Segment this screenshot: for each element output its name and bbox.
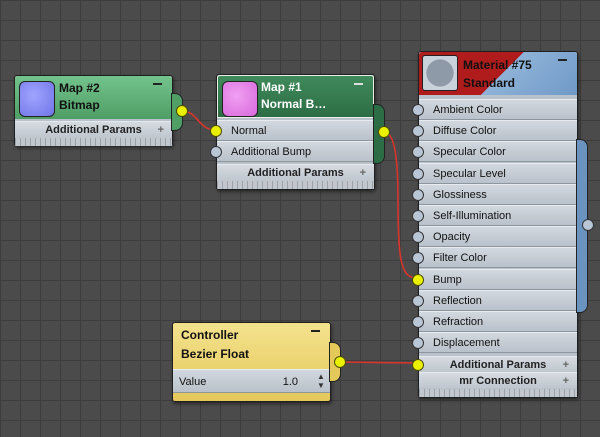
controller-type: Bezier Float	[181, 347, 250, 361]
map1-type: Normal B…	[261, 97, 327, 111]
collapse-icon[interactable]	[558, 59, 567, 61]
additional-params-input-port[interactable]	[412, 359, 424, 371]
collapse-icon[interactable]	[311, 330, 320, 332]
collapse-icon[interactable]	[153, 83, 162, 85]
slot-input-port[interactable]	[412, 210, 424, 222]
map2-title: Map #2	[59, 81, 100, 95]
node-map1[interactable]: Map #1 Normal B… Normal Additional Bump …	[210, 74, 375, 190]
additional-bump-input-port[interactable]	[210, 146, 222, 158]
material-slot-diffuse-color[interactable]: Diffuse Color	[412, 120, 577, 142]
slot-input-port[interactable]	[412, 231, 424, 244]
slot-input-port[interactable]	[412, 252, 424, 265]
material-output-port[interactable]	[582, 219, 594, 231]
map2-type: Bitmap	[59, 98, 100, 112]
slot-input-port[interactable]	[412, 294, 424, 307]
material-slot-self-illumination[interactable]: Self-Illumination	[412, 205, 577, 226]
slot-input-port[interactable]	[412, 146, 424, 159]
map2-additional-params[interactable]: Additional Params +	[15, 121, 172, 138]
slot-input-port[interactable]	[412, 316, 424, 328]
node-footer	[15, 138, 172, 146]
expand-plus-icon[interactable]: +	[563, 373, 569, 389]
slot-input-port[interactable]	[412, 104, 424, 116]
node-map2[interactable]: Map #2 Bitmap Additional Params +	[14, 75, 173, 146]
material-slot-filter-color[interactable]: Filter Color	[412, 247, 577, 269]
slot-input-port[interactable]	[412, 125, 424, 138]
node-controller[interactable]: Controller Bezier Float Value 1.0 ▲ ▼	[172, 322, 331, 402]
material-title: Material #75	[463, 58, 532, 72]
material-slot-reflection[interactable]: Reflection	[412, 289, 577, 311]
map1-title: Map #1	[261, 80, 302, 94]
node-map1-header[interactable]: Map #1 Normal B…	[217, 75, 374, 118]
controller-output-port[interactable]	[334, 356, 346, 368]
wire-controller-to-additional	[339, 361, 417, 364]
node-material-header[interactable]: Material #75 Standard	[419, 52, 577, 95]
node-controller-header[interactable]: Controller Bezier Float	[173, 323, 330, 366]
collapse-icon[interactable]	[354, 83, 363, 85]
node-footer	[217, 181, 374, 189]
expand-plus-icon[interactable]: +	[563, 357, 569, 373]
controller-value[interactable]: 1.0	[283, 370, 298, 394]
node-material[interactable]: Material #75 Standard Ambient Color Diffu…	[412, 51, 578, 398]
controller-title: Controller	[181, 328, 239, 342]
material-slot-opacity[interactable]: Opacity	[412, 226, 577, 248]
material-slot-specular-color[interactable]: Specular Color	[412, 141, 577, 163]
map1-preview-swatch	[222, 81, 258, 117]
spinner-icon[interactable]: ▲ ▼	[316, 372, 326, 390]
material-slot-ambient-color[interactable]: Ambient Color	[412, 99, 577, 120]
material-slot-refraction[interactable]: Refraction	[412, 311, 577, 332]
map2-output-port[interactable]	[176, 105, 188, 117]
material-slot-displacement[interactable]: Displacement	[412, 332, 577, 354]
map1-output-port[interactable]	[378, 126, 390, 138]
map1-slot-additional-bump[interactable]: Additional Bump	[210, 141, 374, 162]
material-type: Standard	[463, 76, 516, 90]
material-slot-glossiness[interactable]: Glossiness	[412, 183, 577, 205]
map2-preview-swatch	[19, 81, 55, 117]
map1-additional-params[interactable]: Additional Params +	[217, 164, 374, 181]
material-additional-params[interactable]: Additional Params +	[412, 356, 577, 373]
material-slot-bump[interactable]: Bump	[412, 268, 577, 290]
node-map2-header[interactable]: Map #2 Bitmap	[15, 76, 172, 119]
slot-input-port[interactable]	[412, 188, 424, 201]
expand-plus-icon[interactable]: +	[360, 165, 366, 182]
map1-slot-normal[interactable]: Normal	[210, 120, 374, 141]
expand-plus-icon[interactable]: +	[158, 122, 164, 139]
normal-input-port[interactable]	[210, 125, 222, 137]
controller-value-row[interactable]: Value 1.0 ▲ ▼	[173, 369, 330, 393]
slot-input-port[interactable]	[412, 337, 424, 350]
material-preview-swatch	[422, 55, 458, 91]
node-footer	[419, 389, 577, 397]
material-mr-connection[interactable]: mr Connection +	[419, 372, 577, 388]
slot-input-port[interactable]	[412, 273, 424, 286]
material-slot-specular-level[interactable]: Specular Level	[412, 162, 577, 184]
slot-input-port[interactable]	[412, 167, 424, 180]
